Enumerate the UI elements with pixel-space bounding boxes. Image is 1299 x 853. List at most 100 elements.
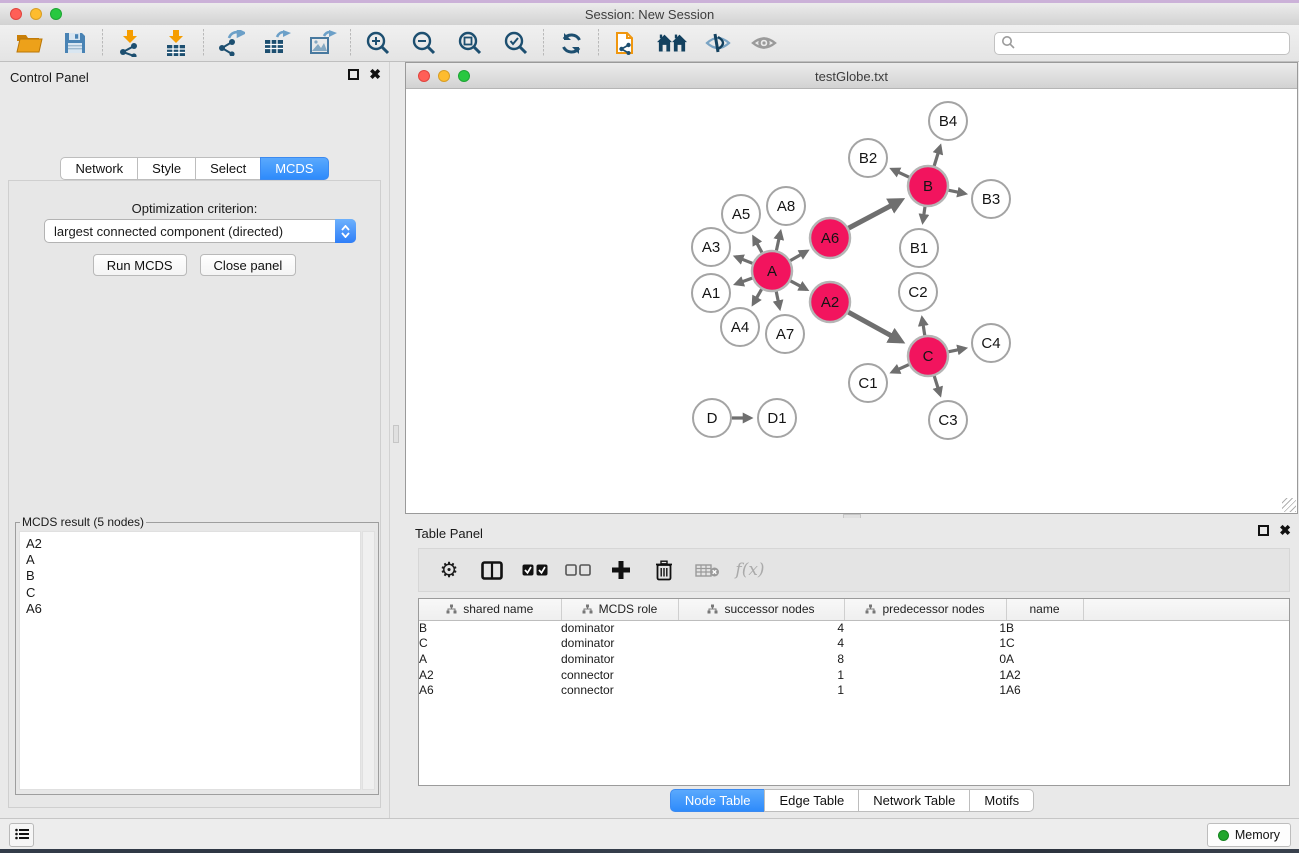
table-row[interactable]: Adominator80A bbox=[419, 652, 1289, 668]
export-image-icon[interactable] bbox=[308, 28, 338, 58]
graph-edge-A2-C[interactable] bbox=[848, 312, 901, 341]
graph-edge-A-A3[interactable] bbox=[736, 257, 754, 264]
delete-table-icon[interactable] bbox=[694, 557, 720, 583]
float-panel-icon[interactable] bbox=[348, 69, 359, 80]
import-table-icon[interactable] bbox=[161, 28, 191, 58]
column-view-icon[interactable] bbox=[479, 557, 505, 583]
deselect-all-icon[interactable] bbox=[565, 557, 591, 583]
table-cell[interactable]: 4 bbox=[678, 620, 844, 636]
mcds-result-item[interactable]: A2 bbox=[26, 536, 360, 552]
table-cell[interactable]: 1 bbox=[844, 620, 1006, 636]
function-builder-icon[interactable]: f(x) bbox=[737, 557, 763, 583]
hide-details-icon[interactable] bbox=[703, 28, 733, 58]
column-header-shared-name[interactable]: shared name bbox=[419, 599, 561, 620]
tab-style[interactable]: Style bbox=[137, 157, 196, 180]
tab-select[interactable]: Select bbox=[195, 157, 261, 180]
graph-edge-B-B2[interactable] bbox=[892, 169, 910, 177]
table-cell[interactable]: dominator bbox=[561, 652, 678, 668]
table-row[interactable]: Cdominator41C bbox=[419, 636, 1289, 652]
graph-edge-A-A7[interactable] bbox=[776, 291, 780, 308]
criterion-dropdown[interactable]: largest connected component (directed) bbox=[44, 219, 356, 243]
tab-motifs[interactable]: Motifs bbox=[969, 789, 1034, 812]
graph-edge-A-A8[interactable] bbox=[776, 232, 780, 251]
mcds-result-item[interactable]: B bbox=[26, 568, 360, 584]
table-cell[interactable]: 1 bbox=[844, 683, 1006, 699]
show-details-icon[interactable] bbox=[749, 28, 779, 58]
table-cell[interactable]: connector bbox=[561, 683, 678, 699]
column-header-predecessor-nodes[interactable]: predecessor nodes bbox=[844, 599, 1006, 620]
delete-column-icon[interactable] bbox=[651, 557, 677, 583]
graph-edge-A-A6[interactable] bbox=[789, 251, 806, 261]
table-cell[interactable]: 1 bbox=[678, 683, 844, 699]
memory-button[interactable]: Memory bbox=[1207, 823, 1291, 847]
graph-edge-B-B3[interactable] bbox=[948, 190, 965, 194]
home-layout-icon[interactable] bbox=[657, 28, 687, 58]
show-panels-button[interactable] bbox=[9, 823, 34, 847]
add-column-icon[interactable] bbox=[608, 557, 634, 583]
graph-edge-A6-B[interactable] bbox=[848, 201, 901, 229]
graph-edge-C-C2[interactable] bbox=[922, 318, 925, 336]
export-network-icon[interactable] bbox=[216, 28, 246, 58]
zoom-out-icon[interactable] bbox=[409, 28, 439, 58]
result-list-scrollbar[interactable] bbox=[362, 531, 375, 790]
graph-edge-A-A4[interactable] bbox=[753, 288, 762, 303]
table-cell[interactable]: connector bbox=[561, 668, 678, 684]
tab-network[interactable]: Network bbox=[60, 157, 138, 180]
table-cell[interactable]: 1 bbox=[844, 668, 1006, 684]
network-graph-canvas[interactable]: B4B2BB3A5A8A6A3B1AA1C2A2A4A7C4CC1DD1C3 bbox=[406, 89, 1297, 513]
new-network-from-file-icon[interactable] bbox=[611, 28, 641, 58]
mcds-result-item[interactable]: C bbox=[26, 585, 360, 601]
open-file-icon[interactable] bbox=[14, 28, 44, 58]
zoom-selected-icon[interactable] bbox=[501, 28, 531, 58]
table-cell[interactable]: dominator bbox=[561, 636, 678, 652]
run-mcds-button[interactable]: Run MCDS bbox=[93, 254, 187, 276]
graph-edge-C-C3[interactable] bbox=[934, 375, 940, 394]
graph-edge-A-A2[interactable] bbox=[790, 280, 807, 289]
table-cell[interactable]: 1 bbox=[678, 668, 844, 684]
table-cell[interactable]: 4 bbox=[678, 636, 844, 652]
table-cell[interactable]: A2 bbox=[1006, 668, 1083, 684]
column-header-MCDS-role[interactable]: MCDS role bbox=[561, 599, 678, 620]
close-table-panel-icon[interactable]: ✖ bbox=[1279, 525, 1291, 536]
column-header-successor-nodes[interactable]: successor nodes bbox=[678, 599, 844, 620]
tab-edge-table[interactable]: Edge Table bbox=[764, 789, 859, 812]
close-panel-button[interactable]: Close panel bbox=[200, 254, 297, 276]
graph-edge-C-C4[interactable] bbox=[948, 348, 965, 352]
save-session-icon[interactable] bbox=[60, 28, 90, 58]
tab-node-table[interactable]: Node Table bbox=[670, 789, 766, 812]
graph-edge-B-B4[interactable] bbox=[934, 147, 940, 167]
column-header-name[interactable]: name bbox=[1006, 599, 1083, 620]
table-cell[interactable]: 8 bbox=[678, 652, 844, 668]
table-cell[interactable]: 0 bbox=[844, 652, 1006, 668]
table-row[interactable]: A6connector11A6 bbox=[419, 683, 1289, 699]
float-table-panel-icon[interactable] bbox=[1258, 525, 1269, 536]
graph-edge-A-A1[interactable] bbox=[736, 278, 753, 284]
select-all-icon[interactable] bbox=[522, 557, 548, 583]
mcds-result-list[interactable]: A2ABCA6 bbox=[19, 531, 361, 790]
table-cell[interactable]: A2 bbox=[419, 668, 561, 684]
window-resize-grip[interactable] bbox=[1282, 498, 1296, 512]
table-header-row[interactable]: shared nameMCDS rolesuccessor nodesprede… bbox=[419, 599, 1289, 620]
export-table-icon[interactable] bbox=[262, 28, 292, 58]
settings-gear-icon[interactable]: ⚙ bbox=[436, 557, 462, 583]
zoom-fit-icon[interactable] bbox=[455, 28, 485, 58]
table-cell[interactable]: A6 bbox=[419, 683, 561, 699]
table-cell[interactable]: C bbox=[419, 636, 561, 652]
graph-edge-B-B1[interactable] bbox=[923, 206, 925, 222]
table-row[interactable]: Bdominator41B bbox=[419, 620, 1289, 636]
graph-edge-A-A5[interactable] bbox=[754, 237, 763, 253]
table-cell[interactable]: dominator bbox=[561, 620, 678, 636]
table-cell[interactable]: B bbox=[1006, 620, 1083, 636]
table-cell[interactable]: B bbox=[419, 620, 561, 636]
table-cell[interactable]: 1 bbox=[844, 636, 1006, 652]
table-cell[interactable]: C bbox=[1006, 636, 1083, 652]
close-panel-icon[interactable]: ✖ bbox=[369, 69, 381, 80]
tab-mcds[interactable]: MCDS bbox=[260, 157, 328, 180]
import-network-icon[interactable] bbox=[115, 28, 145, 58]
vertical-split-handle[interactable] bbox=[393, 425, 399, 443]
table-cell[interactable]: A6 bbox=[1006, 683, 1083, 699]
table-cell[interactable]: A bbox=[1006, 652, 1083, 668]
refresh-icon[interactable] bbox=[556, 28, 586, 58]
mcds-result-item[interactable]: A6 bbox=[26, 601, 360, 617]
search-input[interactable] bbox=[1016, 34, 1289, 53]
